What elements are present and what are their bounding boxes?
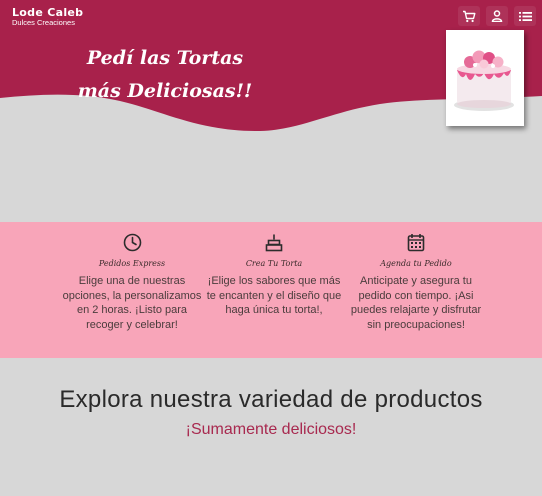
feature-description: Elige una de nuestras opciones, la perso…: [62, 275, 202, 331]
cart-button[interactable]: [458, 6, 480, 26]
features-section: Pedidos Express Elige una de nuestras op…: [0, 222, 542, 358]
menu-list-icon: [518, 11, 532, 21]
feature-description: ¡Elige los sabores que más te encanten y…: [206, 275, 342, 316]
cake-icon: [265, 234, 283, 252]
cake-illustration: [454, 50, 514, 111]
clock-icon: [123, 233, 141, 252]
hero-title: Pedí las Tortas más Deliciosas!!: [60, 42, 270, 108]
feature-title: Agenda tu Pedido: [380, 259, 452, 268]
explore-title: Explora nuestra variedad de productos: [59, 386, 483, 413]
explore-subtitle: ¡Sumamente deliciosos!: [185, 421, 357, 438]
brand-name: Lode Caleb: [12, 6, 84, 19]
feature-crea-tu-torta: Crea Tu Torta ¡Elige los sabores que más…: [203, 230, 345, 318]
feature-pedidos-express: Pedidos Express Elige una de nuestras op…: [61, 230, 203, 332]
nav-icons: [458, 6, 536, 26]
user-icon: [491, 10, 503, 22]
calendar-icon: [407, 234, 425, 252]
feature-agenda-tu-pedido: Agenda tu Pedido Anticipate y asegura tu…: [345, 230, 487, 332]
feature-title: Pedidos Express: [98, 259, 166, 268]
hero-title-line2: más Deliciosas!!: [77, 80, 253, 102]
feature-title: Crea Tu Torta: [245, 259, 303, 268]
cart-icon: [463, 10, 476, 22]
brand-tagline: Dulces Creaciones: [12, 18, 75, 27]
hero-cake-image: [446, 30, 524, 126]
menu-button[interactable]: [514, 6, 536, 26]
brand-logo[interactable]: Lode Caleb Dulces Creaciones: [12, 7, 83, 27]
user-button[interactable]: [486, 6, 508, 26]
hero-title-line1: Pedí las Tortas: [86, 47, 244, 69]
feature-description: Anticipate y asegura tu pedido con tiemp…: [350, 275, 482, 331]
